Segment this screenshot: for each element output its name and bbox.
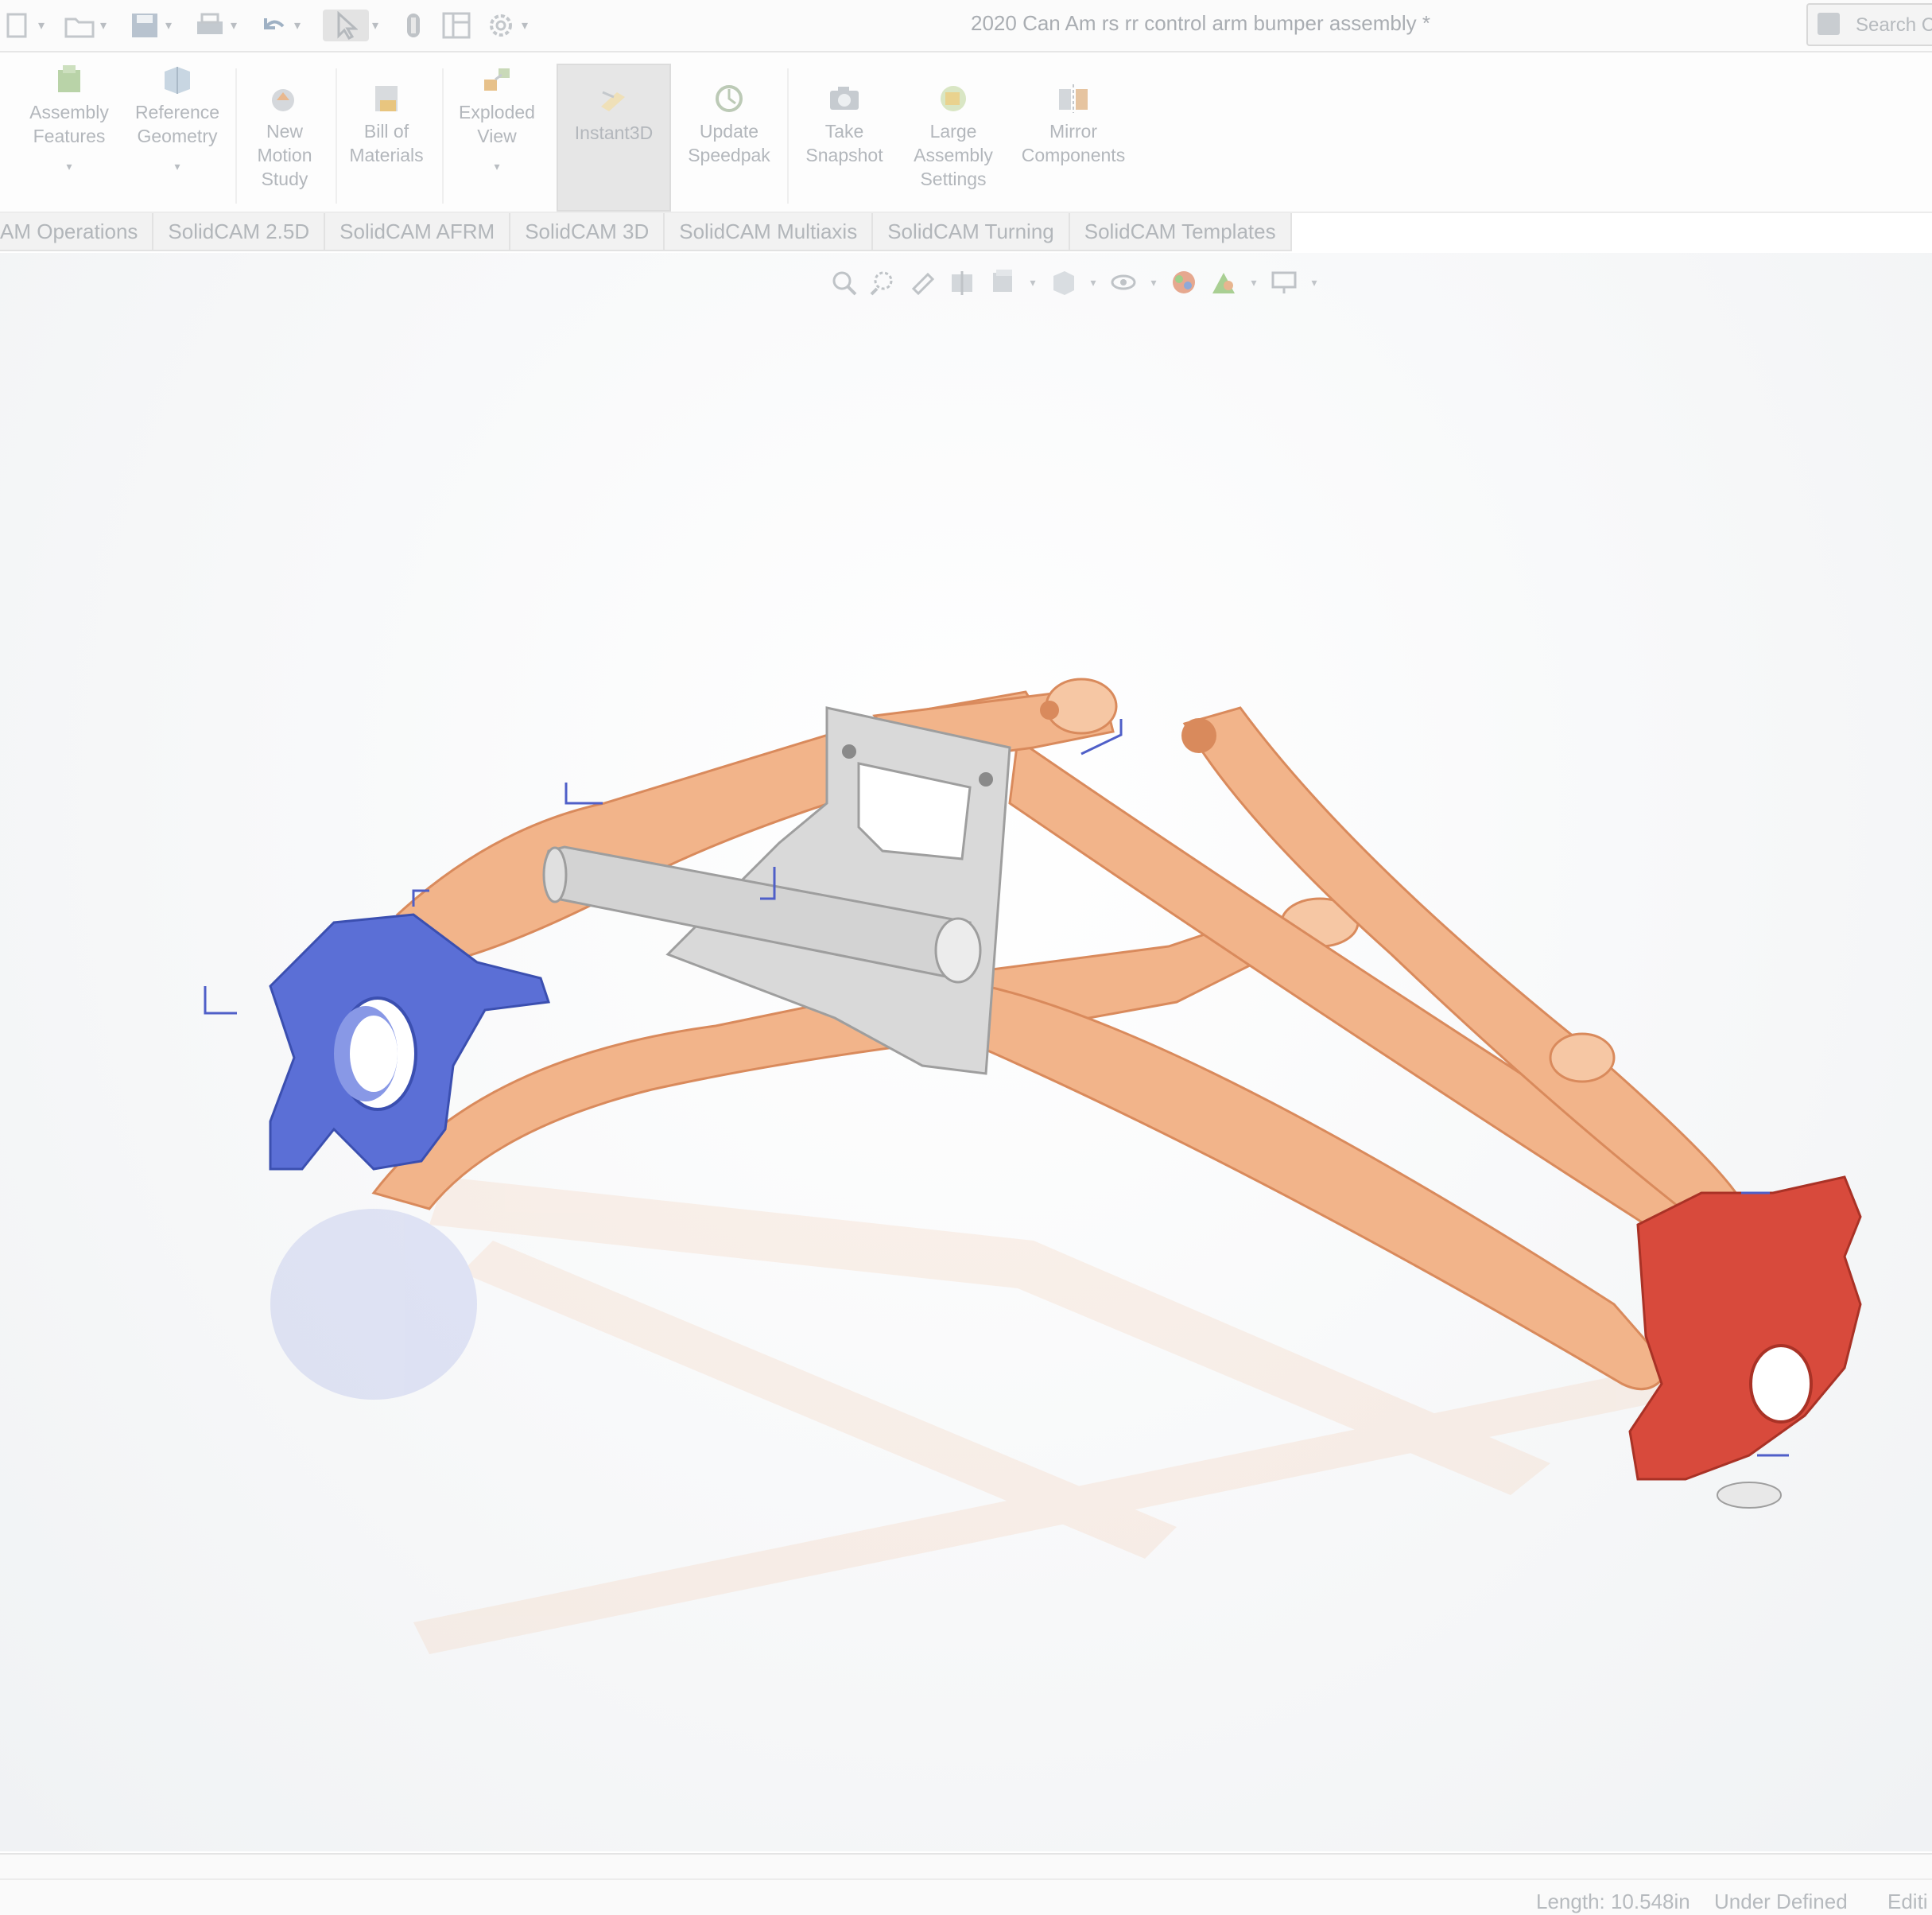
edit-appearance-icon[interactable]	[1167, 266, 1201, 299]
mirror-components-icon	[1059, 84, 1088, 113]
status-length: Length: 10.548in	[1536, 1890, 1690, 1913]
reference-geometry-icon	[165, 67, 190, 94]
quick-access-toolbar: ▾ ▾ ▾ ▾ ▾ ▾ ▾	[0, 8, 531, 43]
right-knuckle[interactable]	[1628, 1175, 1862, 1509]
heads-up-view-toolbar: ▾ ▾ ▾ ▾ ▾	[827, 262, 1321, 302]
new-document-icon[interactable]	[0, 10, 35, 41]
previous-view-icon[interactable]	[906, 266, 940, 299]
open-dropdown-icon[interactable]: ▾	[97, 10, 110, 41]
view-settings-icon[interactable]	[1267, 266, 1301, 299]
rebuild-icon[interactable]	[396, 10, 431, 41]
take-snapshot-button[interactable]: Take Snapshot	[793, 83, 895, 167]
file-properties-icon[interactable]	[439, 10, 474, 41]
update-speedpak-label: Update Speedpak	[688, 121, 770, 165]
reference-geometry-dropdown-icon[interactable]: ▾	[174, 154, 180, 178]
bill-of-materials-icon	[375, 86, 398, 111]
ribbon-separator	[442, 68, 444, 204]
bill-of-materials-button[interactable]: Bill of Materials	[339, 83, 434, 167]
scene-dropdown-icon[interactable]: ▾	[1247, 276, 1261, 289]
status-bar: Length: 10.548in Under Defined Editi	[0, 1853, 1932, 1915]
orientation-dropdown-icon[interactable]: ▾	[1086, 276, 1100, 289]
reference-geometry-button[interactable]: Reference Geometry ▾	[127, 64, 227, 178]
tab-solidcam-turning[interactable]: SolidCAM Turning	[873, 213, 1070, 251]
section-view-icon[interactable]	[946, 266, 980, 299]
instant3d-icon	[601, 91, 625, 111]
document-title: 2020 Can Am rs rr control arm bumper ass…	[971, 11, 1430, 35]
ribbon-separator	[787, 68, 789, 204]
hide-show-dropdown-icon[interactable]: ▾	[1146, 276, 1161, 289]
reference-geometry-label: Reference Geometry	[134, 102, 220, 146]
assembly-features-label: Assembly Features	[29, 102, 109, 146]
graphics-viewport[interactable]	[0, 253, 1932, 1851]
tab-solidcam-afrm[interactable]: SolidCAM AFRM	[325, 213, 511, 251]
search-icon	[1818, 13, 1840, 35]
print-dropdown-icon[interactable]: ▾	[227, 10, 240, 41]
instant3d-button[interactable]: Instant3D	[557, 64, 671, 212]
instant3d-label: Instant3D	[574, 122, 654, 143]
tab-am-operations[interactable]: AM Operations	[0, 213, 154, 251]
speedpak-icon	[716, 85, 743, 112]
exploded-view-button[interactable]: Exploded View ▾	[448, 64, 545, 178]
tab-solidcam-templates[interactable]: SolidCAM Templates	[1069, 213, 1292, 251]
assembly-model[interactable]	[0, 253, 1932, 1851]
mirror-components-label: Mirror Components	[1021, 121, 1126, 165]
save-dropdown-icon[interactable]: ▾	[162, 10, 175, 41]
save-icon[interactable]	[127, 10, 162, 41]
large-assembly-settings-button[interactable]: Large Assembly Settings	[902, 83, 1005, 191]
assembly-features-button[interactable]: Assembly Features ▾	[22, 64, 116, 178]
command-tabs: AM Operations SolidCAM 2.5D SolidCAM AFR…	[0, 213, 1352, 251]
assembly-features-dropdown-icon[interactable]: ▾	[66, 154, 72, 178]
ribbon-separator	[336, 68, 337, 204]
new-motion-study-button[interactable]: New Motion Study	[239, 83, 331, 191]
ribbon-separator	[235, 68, 237, 204]
search-label: Search C	[1856, 14, 1932, 36]
exploded-view-dropdown-icon[interactable]: ▾	[494, 154, 499, 178]
status-divider	[0, 1878, 1932, 1880]
large-assembly-icon	[941, 86, 966, 111]
open-folder-icon[interactable]	[62, 10, 97, 41]
zoom-to-fit-icon[interactable]	[827, 266, 860, 299]
options-gear-icon[interactable]	[483, 10, 518, 41]
update-speedpak-button[interactable]: Update Speedpak	[677, 83, 781, 167]
large-assembly-settings-label: Large Assembly Settings	[914, 121, 993, 189]
tab-solidcam-2-5d[interactable]: SolidCAM 2.5D	[153, 213, 326, 251]
exploded-view-label: Exploded View	[459, 102, 535, 146]
command-manager-ribbon: Assembly Features ▾ Reference Geometry ▾…	[0, 52, 1932, 213]
apply-scene-icon[interactable]	[1207, 266, 1240, 299]
motion-study-icon	[272, 89, 294, 111]
status-definition: Under Defined	[1714, 1890, 1848, 1913]
status-edit-mode[interactable]: Editi	[1887, 1890, 1928, 1914]
view-settings-dropdown-icon[interactable]: ▾	[1307, 276, 1321, 289]
take-snapshot-label: Take Snapshot	[805, 121, 883, 165]
search-commands-box[interactable]: Search C	[1806, 3, 1932, 46]
mirror-components-button[interactable]: Mirror Components	[1011, 83, 1135, 167]
select-cursor-icon[interactable]	[323, 10, 369, 41]
camera-icon	[830, 87, 859, 110]
upper-control-arm[interactable]	[395, 678, 1711, 1233]
tab-solidcam-3d[interactable]: SolidCAM 3D	[510, 213, 665, 251]
view-orientation-icon[interactable]	[1046, 266, 1080, 299]
new-motion-study-label: New Motion Study	[257, 121, 312, 189]
assembly-features-icon	[58, 65, 80, 92]
hide-show-items-icon[interactable]	[1107, 266, 1140, 299]
select-dropdown-icon[interactable]: ▾	[369, 10, 382, 41]
bill-of-materials-label: Bill of Materials	[349, 121, 424, 165]
undo-dropdown-icon[interactable]: ▾	[291, 10, 304, 41]
zoom-to-area-icon[interactable]	[867, 266, 900, 299]
dynamic-annotation-views-icon[interactable]	[986, 266, 1019, 299]
exploded-view-icon	[484, 68, 510, 91]
title-bar: ▾ ▾ ▾ ▾ ▾ ▾ ▾ 2020 Can Am rs rr control …	[0, 0, 1932, 52]
print-icon[interactable]	[192, 10, 227, 41]
options-dropdown-icon[interactable]: ▾	[518, 10, 531, 41]
view-dropdown-icon[interactable]: ▾	[1026, 276, 1040, 289]
new-dropdown-icon[interactable]: ▾	[35, 10, 48, 41]
tab-solidcam-multiaxis[interactable]: SolidCAM Multiaxis	[665, 213, 874, 251]
undo-icon[interactable]	[256, 10, 291, 41]
